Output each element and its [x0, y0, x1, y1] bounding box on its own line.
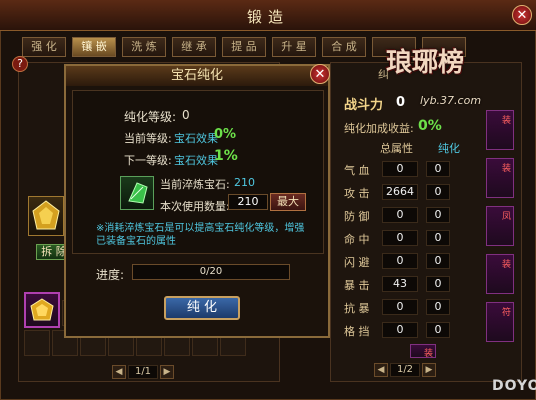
watermark: DOYO	[492, 378, 536, 394]
stat-purify: 0	[426, 230, 450, 246]
stat-total: 0	[382, 230, 418, 246]
next-level-label: 下一等级:	[124, 154, 172, 167]
tab-upgrade-quality[interactable]: 提 品	[222, 37, 266, 57]
tab-star-up[interactable]: 升 星	[272, 37, 316, 57]
stat-purify: 0	[426, 276, 450, 292]
gem-icon	[30, 298, 54, 321]
power-label: 战斗力	[344, 98, 384, 113]
use-count-label: 本次使用数量:	[160, 200, 230, 213]
equipment-card[interactable]: 符	[486, 302, 514, 342]
left-pager: ◀ 1/1 ▶	[112, 364, 174, 380]
stat-purify: 0	[426, 161, 450, 177]
gem-slot[interactable]	[24, 292, 60, 328]
next-level-effect: 宝石效果	[174, 154, 218, 167]
stat-purify: 0	[426, 253, 450, 269]
equipment-tag: 符	[501, 308, 511, 318]
use-count-input[interactable]: 210	[228, 194, 268, 210]
stat-total: 43	[382, 276, 418, 292]
close-icon: ✕	[314, 67, 326, 82]
stat-label: 防 御	[344, 210, 370, 223]
stat-total: 0	[382, 161, 418, 177]
purify-bonus-label: 纯化加成收益:	[344, 122, 414, 135]
stat-total: 0	[382, 253, 418, 269]
column-total-header: 总属性	[380, 142, 413, 155]
equipment-card[interactable]: 装	[486, 110, 514, 150]
max-button[interactable]: 最大	[270, 193, 306, 211]
equipment-card[interactable]: 装	[486, 158, 514, 198]
next-level-value: 1%	[214, 148, 238, 164]
stat-label: 命 中	[344, 233, 370, 246]
stat-label: 抗 暴	[344, 302, 370, 315]
purify-button[interactable]: 纯 化	[164, 296, 240, 320]
refine-gem-icon	[128, 182, 148, 204]
refine-gem-slot[interactable]	[120, 176, 154, 210]
stat-total: 0	[382, 299, 418, 315]
prev-page-button[interactable]: ◀	[112, 365, 126, 379]
stat-total: 0	[382, 207, 418, 223]
column-purify-header: 纯化	[438, 142, 460, 155]
tab-refine[interactable]: 洗 炼	[122, 37, 166, 57]
help-button[interactable]: ?	[12, 56, 28, 72]
current-level-value: 0%	[214, 127, 237, 142]
equipment-card[interactable]: 装	[486, 254, 514, 294]
stat-label: 攻 击	[344, 187, 370, 200]
progress-label: 进度:	[96, 268, 125, 282]
stat-purify: 0	[426, 207, 450, 223]
purify-level-label: 纯化等级:	[124, 110, 177, 124]
equipment-card[interactable]: 凤	[486, 206, 514, 246]
equipment-slot[interactable]	[28, 196, 64, 236]
next-page-button[interactable]: ▶	[422, 363, 436, 377]
equipment-tag: 装	[501, 260, 511, 270]
tab-combine[interactable]: 合 成	[322, 37, 366, 57]
stat-total: 0	[382, 322, 418, 338]
page-indicator: 1/1	[128, 365, 158, 379]
stat-label: 闪 避	[344, 256, 370, 269]
dialog-title: 宝石纯化	[66, 66, 328, 86]
equipment-tag: 装	[501, 164, 511, 174]
next-page-button[interactable]: ▶	[160, 365, 174, 379]
stat-label: 格 挡	[344, 325, 370, 338]
window-close-button[interactable]: ✕	[512, 5, 532, 25]
gem-icon	[32, 200, 60, 230]
equipment-card[interactable]: 装	[410, 344, 436, 359]
tab-strengthen[interactable]: 强 化	[22, 37, 66, 57]
page-indicator: 1/2	[390, 363, 420, 377]
close-icon: ✕	[516, 8, 528, 23]
stat-label: 气 血	[344, 164, 370, 177]
stat-purify: 0	[426, 299, 450, 315]
stat-total: 2664	[382, 184, 418, 200]
current-gem-label: 当前淬炼宝石:	[160, 178, 230, 191]
stat-label: 暴 击	[344, 279, 370, 292]
equipment-tag: 装	[423, 349, 433, 359]
purify-note: ※消耗淬炼宝石是可以提高宝石纯化等级，增强已装备宝石的属性	[96, 223, 305, 247]
purify-bonus-value: 0%	[418, 118, 442, 134]
purify-level-value: 0	[182, 108, 190, 122]
current-level-effect: 宝石效果	[174, 132, 218, 145]
stat-purify: 0	[426, 322, 450, 338]
gem-grid-cell[interactable]	[24, 330, 50, 356]
prev-page-button[interactable]: ◀	[374, 363, 388, 377]
equipment-tag: 装	[501, 116, 511, 126]
dialog-close-button[interactable]: ✕	[310, 64, 330, 84]
game-logo-url: lyb.37.com	[420, 94, 482, 107]
progress-text: 0/20	[199, 266, 223, 277]
tab-inherit[interactable]: 继 承	[172, 37, 216, 57]
equipment-tag: 凤	[501, 212, 511, 222]
current-level-label: 当前等级:	[124, 132, 172, 145]
game-logo: 琅琊榜	[386, 48, 465, 78]
power-value: 0	[396, 95, 406, 110]
right-pager: ◀ 1/2 ▶	[374, 362, 436, 378]
stat-purify: 0	[426, 184, 450, 200]
window-title: 锻造	[246, 8, 289, 26]
tab-inlay[interactable]: 镶 嵌	[72, 37, 116, 57]
current-gem-value: 210	[234, 176, 255, 189]
